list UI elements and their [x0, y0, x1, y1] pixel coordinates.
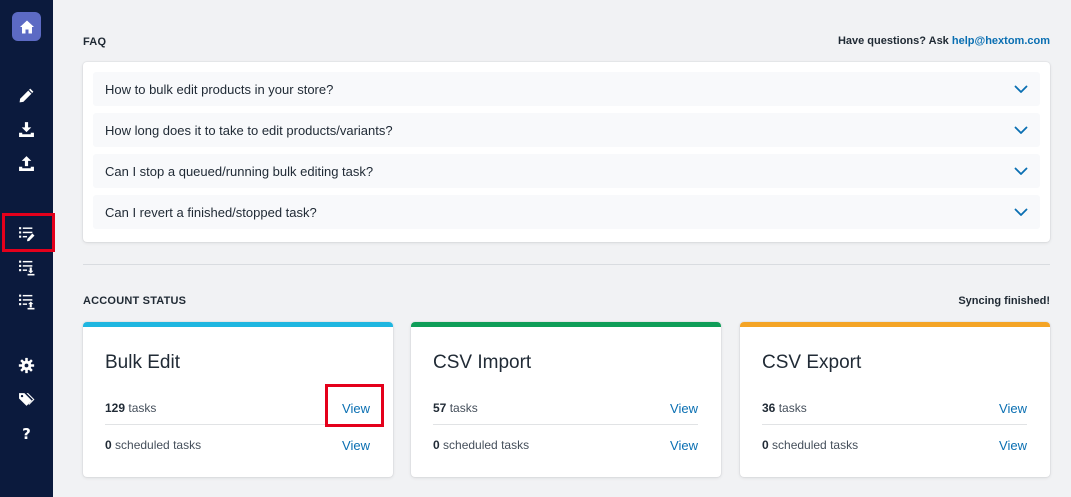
chevron-down-icon [1014, 167, 1028, 175]
view-scheduled-link[interactable]: View [670, 438, 698, 453]
export-tasks-nav[interactable] [14, 289, 39, 314]
row-divider [433, 424, 698, 425]
scheduled-row: 0 scheduled tasks View [105, 438, 370, 456]
help-nav[interactable]: ? [14, 421, 39, 446]
tasks-label: tasks [125, 401, 157, 415]
main-content: FAQ Have questions? Ask help@hextom.com … [53, 0, 1071, 497]
view-scheduled-link[interactable]: View [342, 438, 370, 453]
card-title: CSV Import [433, 352, 532, 373]
view-tasks-link[interactable]: View [670, 401, 698, 416]
card-accent-bar [411, 322, 721, 327]
tasks-row: 36 tasks View [762, 401, 1027, 419]
faq-question: How long does it to take to edit product… [105, 123, 393, 138]
csv-export-card: CSV Export 36 tasks View 0 scheduled tas… [740, 322, 1050, 477]
export-nav[interactable] [14, 151, 39, 176]
scheduled-count: 0 [105, 438, 112, 452]
row-divider [105, 424, 370, 425]
settings-nav[interactable] [14, 353, 39, 378]
faq-item[interactable]: How long does it to take to edit product… [93, 113, 1040, 147]
scheduled-count: 0 [433, 438, 440, 452]
bulk-edit-card: Bulk Edit 129 tasks View 0 scheduled tas… [83, 322, 393, 477]
chevron-down-icon [1014, 85, 1028, 93]
view-tasks-link[interactable]: View [342, 401, 370, 416]
home-button[interactable] [12, 12, 41, 41]
faq-title: FAQ [83, 36, 107, 48]
faq-question: Can I revert a finished/stopped task? [105, 205, 317, 220]
faq-question: Can I stop a queued/running bulk editing… [105, 164, 374, 179]
tags-icon [19, 393, 35, 406]
tasks-label: tasks [775, 401, 807, 415]
home-icon [19, 20, 34, 33]
help-icon: ? [22, 424, 31, 443]
tasks-row: 57 tasks View [433, 401, 698, 419]
edit-tasks-nav[interactable] [14, 221, 39, 246]
view-scheduled-link[interactable]: View [999, 438, 1027, 453]
tasks-count: 57 [433, 401, 447, 415]
card-accent-bar [83, 322, 393, 327]
sidebar: ? [0, 0, 55, 497]
scheduled-label: scheduled tasks [439, 438, 530, 452]
faq-item[interactable]: Can I stop a queued/running bulk editing… [93, 154, 1040, 188]
upload-icon [19, 156, 34, 171]
download-icon [19, 122, 34, 137]
view-tasks-link[interactable]: View [999, 401, 1027, 416]
card-accent-bar [740, 322, 1050, 327]
section-divider [83, 264, 1050, 265]
tags-nav[interactable] [14, 387, 39, 412]
scheduled-row: 0 scheduled tasks View [762, 438, 1027, 456]
row-divider [762, 424, 1027, 425]
scheduled-row: 0 scheduled tasks View [433, 438, 698, 456]
gear-icon [18, 357, 35, 374]
card-title: CSV Export [762, 352, 862, 373]
scheduled-label: scheduled tasks [768, 438, 859, 452]
faq-card: How to bulk edit products in your store?… [83, 62, 1050, 242]
pencil-icon [19, 88, 34, 103]
tasks-row: 129 tasks View [105, 401, 370, 419]
import-nav[interactable] [14, 117, 39, 142]
import-tasks-nav[interactable] [14, 255, 39, 280]
list-edit-icon [19, 227, 35, 242]
account-status-title: ACCOUNT STATUS [83, 295, 187, 307]
csv-import-card: CSV Import 57 tasks View 0 scheduled tas… [411, 322, 721, 477]
card-title: Bulk Edit [105, 352, 180, 373]
faq-item[interactable]: Can I revert a finished/stopped task? [93, 195, 1040, 229]
faq-contact: Have questions? Ask help@hextom.com [838, 35, 1050, 47]
scheduled-count: 0 [762, 438, 769, 452]
tasks-count: 129 [105, 401, 126, 415]
faq-item[interactable]: How to bulk edit products in your store? [93, 72, 1040, 106]
faq-contact-email-link[interactable]: help@hextom.com [952, 35, 1050, 47]
list-export-icon [19, 294, 35, 310]
faq-question: How to bulk edit products in your store? [105, 82, 334, 97]
bulk-edit-nav[interactable] [14, 83, 39, 108]
scheduled-label: scheduled tasks [111, 438, 202, 452]
chevron-down-icon [1014, 126, 1028, 134]
list-import-icon [19, 260, 35, 276]
sync-status: Syncing finished! [958, 295, 1050, 307]
faq-contact-prefix: Have questions? Ask [837, 35, 952, 47]
chevron-down-icon [1014, 208, 1028, 216]
tasks-count: 36 [762, 401, 776, 415]
tasks-label: tasks [446, 401, 478, 415]
